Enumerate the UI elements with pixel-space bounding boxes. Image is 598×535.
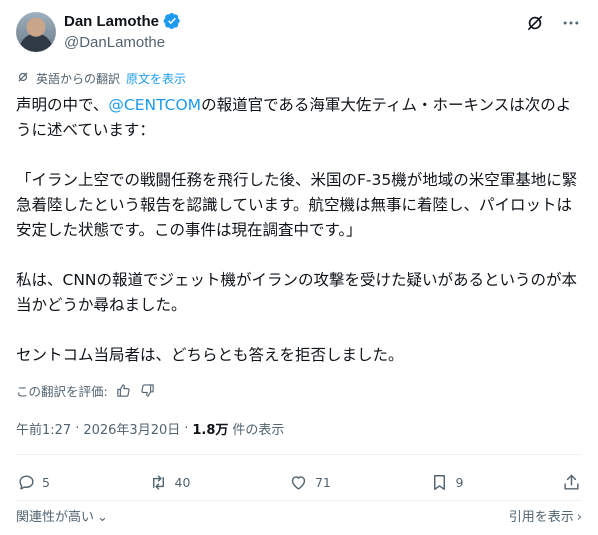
divider <box>16 454 582 455</box>
grok-icon[interactable] <box>524 12 546 34</box>
avatar[interactable] <box>16 12 56 52</box>
divider <box>16 500 582 501</box>
repost-count: 40 <box>174 474 191 490</box>
mention-link[interactable]: @CENTCOM <box>108 96 201 114</box>
quotes-label: 引用を表示 <box>508 510 574 525</box>
sort-replies-dropdown[interactable]: 関連性が高い ⌄ <box>16 506 108 525</box>
heart-icon <box>289 472 309 492</box>
tweet-paragraph-3: 私は、CNNの報道でジェット機がイランの攻撃を受けた疑いがあるというのが本当かど… <box>16 271 578 314</box>
like-button[interactable]: 71 <box>289 472 331 492</box>
author-name-row: Dan Lamothe <box>64 12 181 30</box>
repost-icon <box>149 472 169 492</box>
bookmark-button[interactable]: 9 <box>429 472 463 492</box>
tweet-text-segment: 声明の中で、 <box>16 96 109 114</box>
views-label: 件の表示 <box>232 423 285 438</box>
tweet-date[interactable]: 2026年3月20日 <box>83 419 180 438</box>
bookmark-icon <box>429 472 449 492</box>
replies-footer: 関連性が高い ⌄ 引用を表示 › <box>16 506 582 525</box>
tweet-text: 声明の中で、@CENTCOMの報道官である海軍大佐ティム・ホーキンスは次のように… <box>16 93 582 368</box>
rate-translation: この翻訳を評価: <box>16 381 156 400</box>
share-icon <box>562 472 582 492</box>
tweet-paragraph-1: 声明の中で、@CENTCOMの報道官である海軍大佐ティム・ホーキンスは次のように… <box>16 93 582 143</box>
more-icon[interactable] <box>560 12 582 34</box>
author-handle[interactable]: @DanLamothe <box>64 34 165 51</box>
translate-icon <box>16 70 30 87</box>
reply-icon <box>16 472 36 492</box>
tweet-paragraph-4: セントコム当局者は、どちらとも答えを拒否しました。 <box>16 346 404 364</box>
show-original-link[interactable]: 原文を表示 <box>126 70 186 87</box>
tweet-paragraph-2: 「イラン上空での戦闘任務を飛行した後、米国のF-35機が地域の米空軍基地に緊急着… <box>16 171 578 239</box>
thumbs-up-icon[interactable] <box>116 383 132 399</box>
chevron-down-icon: ⌄ <box>97 510 108 525</box>
sort-label: 関連性が高い <box>16 510 95 525</box>
share-button[interactable] <box>562 472 582 492</box>
view-quotes-link[interactable]: 引用を表示 › <box>509 506 582 525</box>
like-count: 71 <box>314 474 331 490</box>
reply-button[interactable]: 5 <box>16 472 50 492</box>
repost-button[interactable]: 40 <box>149 472 191 492</box>
translation-notice: 英語からの翻訳 原文を表示 <box>16 70 186 87</box>
reply-count: 5 <box>42 474 50 490</box>
author-name[interactable]: Dan Lamothe <box>64 13 159 30</box>
chevron-right-icon: › <box>576 510 582 525</box>
action-bar: 5 40 71 9 <box>16 466 582 498</box>
tweet-meta: 午前1:27 · 2026年3月20日 · 1.8万 件の表示 <box>16 419 284 438</box>
tweet-time[interactable]: 午前1:27 <box>16 419 71 438</box>
bookmark-count: 9 <box>455 474 464 490</box>
tweet-header: Dan Lamothe @DanLamothe <box>16 10 582 54</box>
meta-separator: · <box>184 421 189 436</box>
rate-translation-label: この翻訳を評価: <box>16 384 108 399</box>
thumbs-down-icon[interactable] <box>140 383 156 399</box>
views-count: 1.8万 <box>192 423 229 438</box>
meta-separator: · <box>75 421 80 436</box>
translation-label: 英語からの翻訳 <box>36 72 121 86</box>
verified-badge-icon <box>163 12 181 30</box>
